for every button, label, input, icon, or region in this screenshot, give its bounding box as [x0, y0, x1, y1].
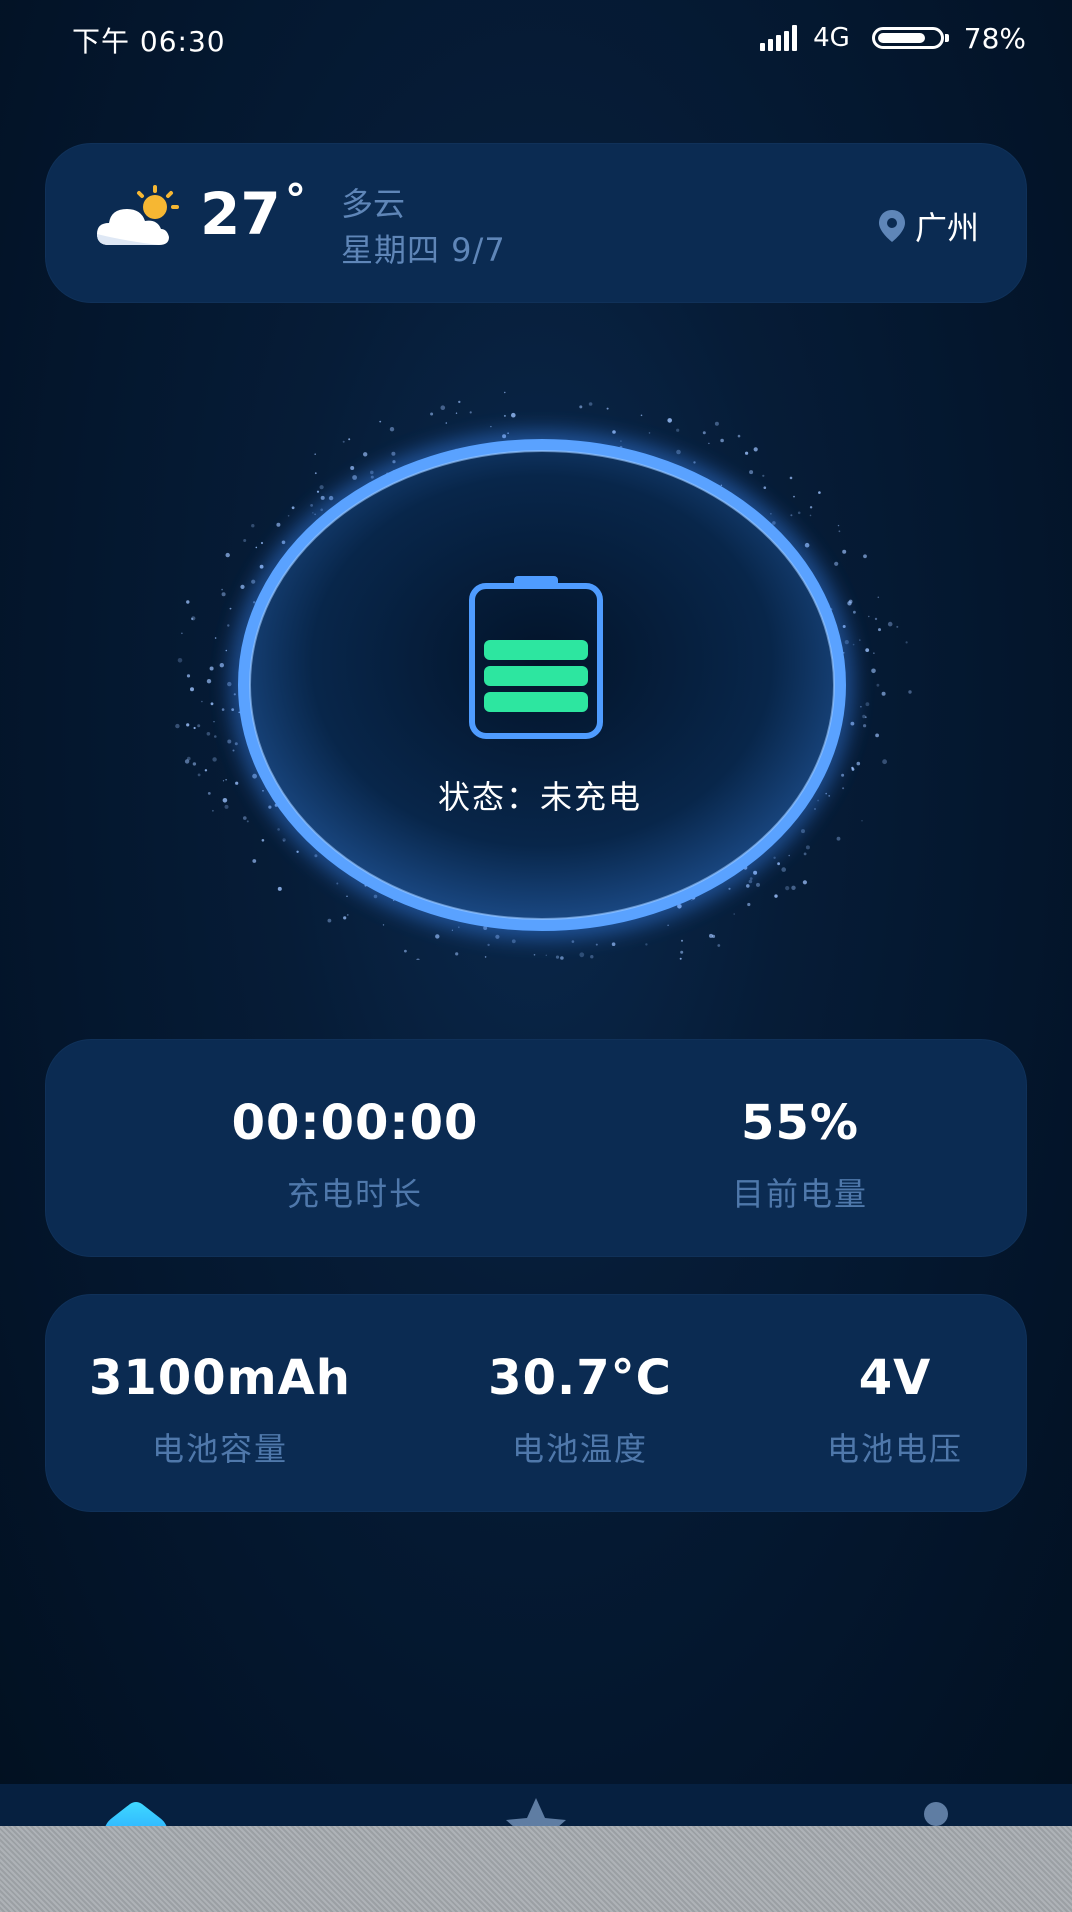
- status-indicators: 4G 78%: [760, 18, 1026, 58]
- battery-capacity-stat: 3100mAh 电池容量: [65, 1350, 375, 1470]
- battery-temperature-label: 电池温度: [511, 1430, 648, 1468]
- battery-icon: [469, 576, 603, 739]
- weather-card[interactable]: 27 ° 多云 星期四 9/7 广州: [45, 143, 1027, 303]
- battery-capacity-value: 3100mAh: [89, 1350, 351, 1406]
- charge-duration-stat: 00:00:00 充电时长: [135, 1095, 575, 1215]
- battery-temperature-stat: 30.7°C 电池温度: [430, 1350, 730, 1470]
- degree-symbol: °: [285, 175, 306, 224]
- location-pin-icon: [878, 210, 905, 242]
- location[interactable]: 广州: [877, 203, 979, 249]
- location-name: 广州: [914, 209, 979, 247]
- battery-voltage-label: 电池电压: [826, 1430, 963, 1468]
- battery-level-bar: [484, 640, 588, 660]
- battery-capacity-label: 电池容量: [151, 1430, 288, 1468]
- battery-voltage-value: 4V: [858, 1350, 932, 1406]
- battery-percent: 78%: [963, 21, 1026, 55]
- charging-ring: 状态：未充电: [150, 360, 930, 960]
- charge-duration-label: 充电时长: [286, 1175, 423, 1213]
- screenshot-bottom-overlay: [0, 1826, 1072, 1912]
- battery-level-label: 目前电量: [731, 1175, 868, 1213]
- battery-temperature-value: 30.7°C: [488, 1350, 672, 1406]
- battery-voltage-stat: 4V 电池电压: [790, 1350, 1000, 1470]
- temperature-value: 27: [200, 180, 281, 248]
- battery-level-bar: [484, 666, 588, 686]
- status-bar: 下午 06:30 4G 78%: [0, 0, 1072, 80]
- charge-stats-card: 00:00:00 充电时长 55% 目前电量: [45, 1039, 1027, 1257]
- status-time: 下午 06:30: [72, 25, 226, 58]
- charge-duration-value: 00:00:00: [231, 1095, 479, 1151]
- battery-status-icon: [871, 27, 949, 49]
- partly-cloudy-icon: [97, 185, 179, 245]
- weather-condition: 多云: [341, 185, 406, 223]
- signal-icon: [760, 25, 798, 51]
- battery-level-value: 55%: [741, 1095, 859, 1151]
- weather-date: 星期四 9/7: [341, 231, 506, 269]
- battery-info-card: 3100mAh 电池容量 30.7°C 电池温度 4V 电池电压: [45, 1294, 1027, 1512]
- battery-level-bar: [484, 692, 588, 712]
- battery-level-stat: 55% 目前电量: [655, 1095, 945, 1215]
- charging-status: 状态：未充电: [437, 778, 642, 816]
- network-type: 4G: [813, 23, 850, 53]
